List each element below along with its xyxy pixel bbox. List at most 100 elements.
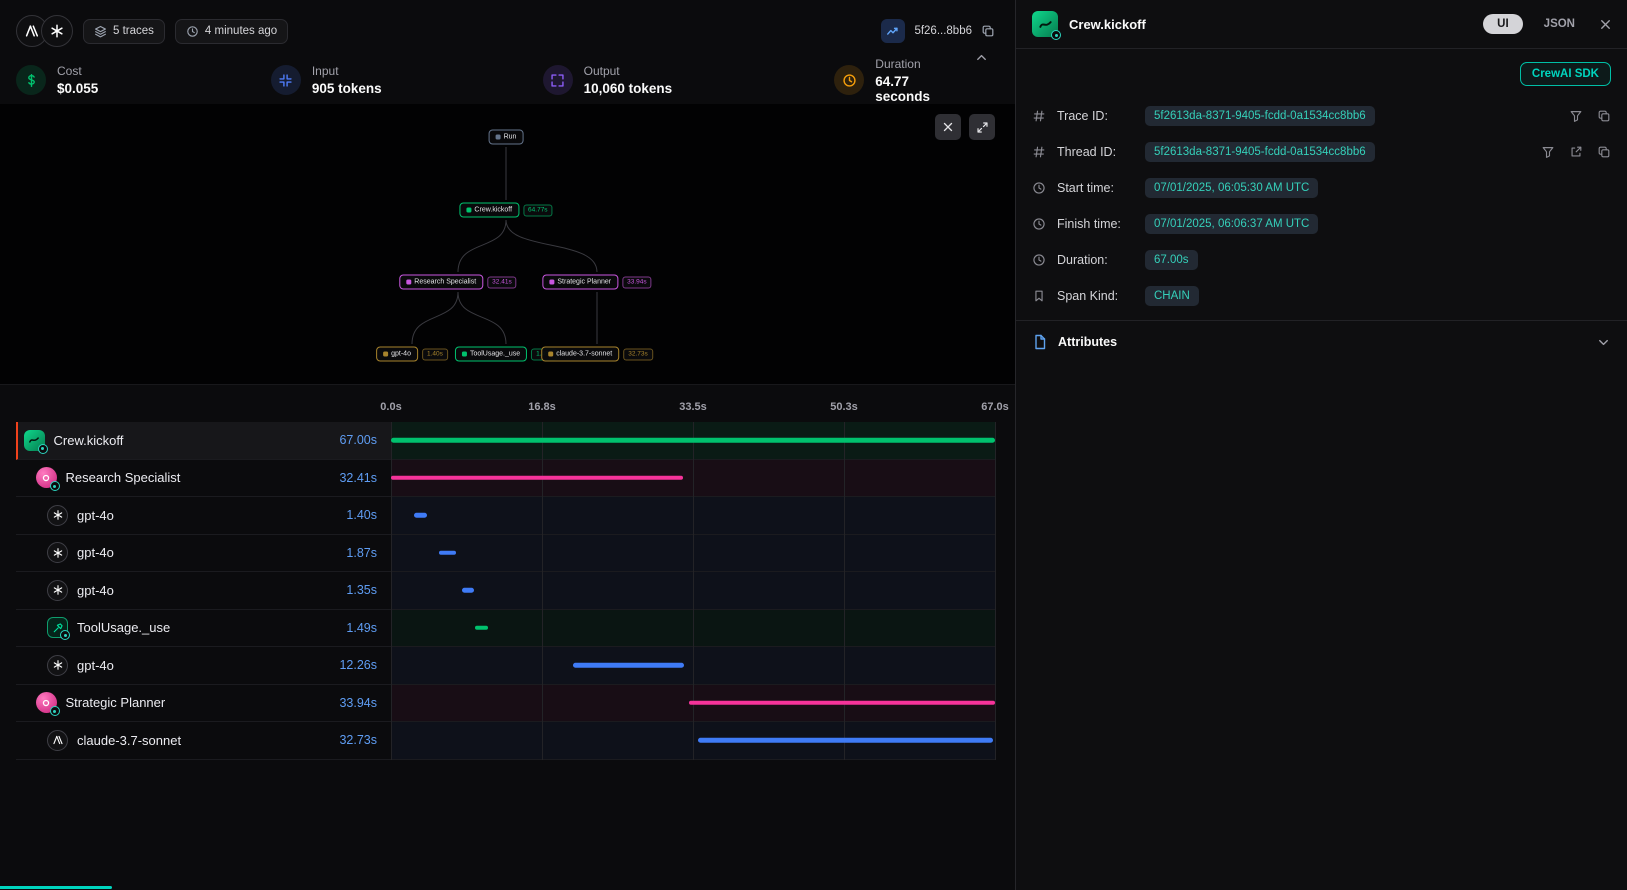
span-row[interactable]: claude-3.7-sonnet32.73s [16,722,995,760]
copy-icon[interactable] [1597,145,1611,159]
field-value[interactable]: 5f2613da-8371-9405-fcdd-0a1534cc8bb6 [1145,106,1375,126]
span-row[interactable]: Strategic Planner 33.94s [16,685,995,723]
field-label: Duration: [1057,253,1137,267]
traces-count-badge[interactable]: 5 traces [83,19,165,44]
node-type-icon [548,352,553,357]
span-row-label-cell[interactable]: gpt-4o1.87s [16,535,391,573]
span-row[interactable]: gpt-4o1.35s [16,572,995,610]
close-icon[interactable] [935,114,961,140]
copy-icon[interactable] [981,24,995,38]
span-row-label-cell[interactable]: gpt-4o12.26s [16,647,391,685]
stat-value: 905 tokens [312,81,382,96]
copy-icon[interactable] [1597,109,1611,123]
stat-value: $0.055 [57,81,98,96]
graph-node[interactable]: gpt-4o1.40s [376,347,448,362]
duration-bar[interactable] [573,663,684,668]
sdk-badge-row: CrewAI SDK [1016,49,1627,96]
span-timeline-cell[interactable] [391,722,995,760]
node-label: Crew.kickoff [474,207,512,214]
arrows-out-icon [543,65,573,95]
span-row-label-cell[interactable]: gpt-4o1.35s [16,572,391,610]
view-toggle-json[interactable]: JSON [1534,14,1585,34]
funnel-icon[interactable] [1569,109,1583,123]
dollar-icon [16,65,46,95]
span-row[interactable]: ToolUsage._use1.49s [16,610,995,648]
span-row[interactable]: Research Specialist32.41s [16,460,995,498]
span-row-label-cell[interactable]: Strategic Planner 33.94s [16,685,391,723]
span-timeline-cell[interactable] [391,610,995,648]
graph-node-box[interactable]: Crew.kickoff [459,203,519,218]
crew-icon [1032,11,1058,37]
node-label: gpt-4o [391,351,411,358]
field-value[interactable]: 67.00s [1145,250,1198,270]
chevron-down-icon[interactable] [1596,335,1611,350]
detail-field-row: Span Kind:CHAIN [1032,278,1611,314]
trace-topbar: 5 traces 4 minutes ago 5f26...8bb6 [16,14,995,48]
graph-node-box[interactable]: Strategic Planner [542,275,618,290]
span-duration: 33.94s [339,696,391,710]
duration-bar[interactable] [391,476,683,481]
span-row-label-cell[interactable]: Research Specialist32.41s [16,460,391,498]
span-timeline-cell[interactable] [391,685,995,723]
duration-bar[interactable] [414,513,427,518]
field-value[interactable]: 5f2613da-8371-9405-fcdd-0a1534cc8bb6 [1145,142,1375,162]
graph-node[interactable]: Run [489,130,524,145]
node-label: Run [504,134,517,141]
span-row[interactable]: gpt-4o1.87s [16,535,995,573]
clock-icon [1032,181,1049,195]
span-timeline-cell[interactable] [391,497,995,535]
view-toggle-ui[interactable]: UI [1483,14,1523,34]
field-value[interactable]: CHAIN [1145,286,1199,306]
sdk-badge[interactable]: CrewAI SDK [1520,62,1611,86]
duration-bar[interactable] [462,588,474,593]
duration-bar[interactable] [698,738,993,743]
attributes-label: Attributes [1058,335,1117,349]
span-duration: 1.35s [346,583,391,597]
graph-node-box[interactable]: ToolUsage._use [455,347,527,362]
duration-bar[interactable] [475,626,488,631]
span-timeline-cell[interactable] [391,572,995,610]
span-name: gpt-4o [77,508,114,523]
span-row-label-cell[interactable]: ToolUsage._use1.49s [16,610,391,648]
expand-icon[interactable] [969,114,995,140]
chevron-up-icon[interactable] [974,50,989,70]
duration-bar[interactable] [439,551,456,556]
graph-node-box[interactable]: Run [489,130,524,145]
span-row-label-cell[interactable]: claude-3.7-sonnet32.73s [16,722,391,760]
span-row[interactable]: Crew.kickoff67.00s [16,422,995,460]
span-row-label-cell[interactable]: Crew.kickoff67.00s [16,422,391,460]
span-timeline-cell[interactable] [391,535,995,573]
openai-icon [47,655,68,676]
close-icon[interactable] [1598,17,1613,32]
span-rows: Crew.kickoff67.00sResearch Specialist32.… [16,422,995,760]
duration-bar[interactable] [391,438,995,443]
clock-icon [1032,253,1049,267]
crew-icon [1032,11,1058,37]
span-duration: 1.49s [346,621,391,635]
span-name: Strategic Planner [66,695,166,710]
span-timeline-cell[interactable] [391,647,995,685]
span-row[interactable]: gpt-4o12.26s [16,647,995,685]
graph-node[interactable]: claude-3.7-sonnet32.73s [541,347,653,362]
graph-node-box[interactable]: claude-3.7-sonnet [541,347,619,362]
field-label: Thread ID: [1057,145,1137,159]
duration-bar[interactable] [689,701,995,706]
graph-node[interactable]: Strategic Planner33.94s [542,275,651,290]
span-row-label-cell[interactable]: gpt-4o1.40s [16,497,391,535]
external-icon[interactable] [1569,145,1583,159]
instrumentation-badge-icon [1051,30,1061,40]
field-value[interactable]: 07/01/2025, 06:05:30 AM UTC [1145,178,1318,198]
graph-node[interactable]: Crew.kickoff64.77s [459,203,552,218]
graph-node[interactable]: Research Specialist32.41s [399,275,516,290]
span-duration: 1.87s [346,546,391,560]
span-timeline-cell[interactable] [391,422,995,460]
span-row[interactable]: gpt-4o1.40s [16,497,995,535]
horizontal-scrollbar[interactable] [0,886,112,889]
field-value[interactable]: 07/01/2025, 06:06:37 AM UTC [1145,214,1318,234]
attributes-section[interactable]: Attributes [1016,321,1627,363]
graph-node-box[interactable]: Research Specialist [399,275,483,290]
funnel-icon[interactable] [1541,145,1555,159]
stat-cost: Cost$0.055 [16,64,271,96]
span-timeline-cell[interactable] [391,460,995,498]
graph-node-box[interactable]: gpt-4o [376,347,418,362]
